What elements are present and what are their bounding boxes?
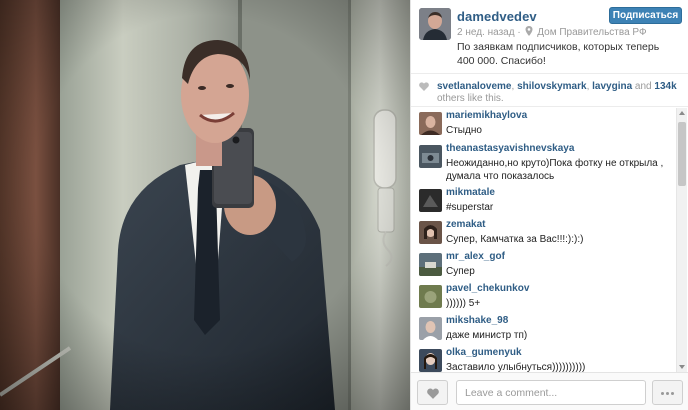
comment-text: Супер, Камчатка за Вас!!!:):):): [446, 234, 584, 245]
commenter-username[interactable]: pavel_chekunkov: [446, 283, 529, 294]
likes-summary: svetlanaloveme, shilovskymark, lavygina …: [411, 74, 688, 107]
comment-item: theanastasyavishnevskaya Неожиданно,но к…: [411, 142, 675, 186]
comment-text: Супер: [446, 266, 475, 277]
comment-text: )))))) 5+: [446, 298, 481, 309]
comment-text: Стыдно: [446, 125, 482, 136]
post-time[interactable]: 2 нед. назад: [457, 27, 515, 38]
likes-and-text: and: [632, 81, 655, 92]
commenter-avatar[interactable]: [419, 145, 442, 168]
liker-link[interactable]: lavygina: [592, 81, 632, 92]
instagram-post-view: damedvedev 2 нед. назад · Дом Правительс…: [0, 0, 688, 410]
follow-button[interactable]: Подписаться: [609, 7, 682, 24]
heart-icon: [419, 82, 429, 91]
comment-text: Неожиданно,но круто)Пока фотку не открыл…: [446, 158, 664, 182]
comment-item: olka_gumenyuk Заставило улыбнуться))))))…: [411, 346, 675, 372]
comment-text: #superstar: [446, 202, 494, 213]
like-button[interactable]: [417, 380, 448, 405]
scroll-up-arrow-icon[interactable]: [677, 108, 687, 118]
comment-text: Заставило улыбнуться)))))))))): [446, 362, 586, 372]
liker-link[interactable]: shilovskymark: [517, 81, 587, 92]
location-pin-icon: [525, 26, 533, 36]
scroll-down-arrow-icon[interactable]: [677, 362, 687, 372]
post-photo[interactable]: [0, 0, 410, 410]
post-side-panel: damedvedev 2 нед. назад · Дом Правительс…: [410, 0, 688, 410]
comment-compose-bar: [411, 372, 688, 410]
more-options-button[interactable]: [652, 380, 683, 405]
commenter-avatar[interactable]: [419, 349, 442, 372]
commenter-username[interactable]: mikshake_98: [446, 315, 508, 326]
comments-scrollbar[interactable]: [676, 108, 687, 372]
commenter-username[interactable]: mikmatale: [446, 187, 495, 198]
liker-link[interactable]: svetlanaloveme: [437, 81, 512, 92]
comment-text: даже министр тп): [446, 330, 528, 341]
post-meta: 2 нед. назад · Дом Правительства РФ: [457, 26, 647, 38]
commenter-avatar[interactable]: [419, 221, 442, 244]
comments-list[interactable]: mariemikhaylova Стыдно theanastasyavishn…: [411, 108, 688, 372]
selfie-photo-illustration: [0, 0, 410, 410]
commenter-avatar[interactable]: [419, 189, 442, 212]
post-header: damedvedev 2 нед. назад · Дом Правительс…: [411, 0, 688, 74]
scrollbar-thumb[interactable]: [678, 122, 686, 186]
author-username-link[interactable]: damedvedev: [457, 9, 537, 24]
commenter-username[interactable]: mariemikhaylova: [446, 110, 527, 121]
commenter-username[interactable]: olka_gumenyuk: [446, 347, 522, 358]
commenter-avatar[interactable]: [419, 317, 442, 340]
author-avatar[interactable]: [419, 8, 451, 40]
commenter-avatar[interactable]: [419, 253, 442, 276]
meta-separator: ·: [517, 27, 521, 38]
commenter-username[interactable]: zemakat: [446, 219, 485, 230]
comment-input[interactable]: [456, 380, 646, 405]
commenter-username[interactable]: theanastasyavishnevskaya: [446, 143, 574, 154]
likes-count-link[interactable]: 134k: [654, 81, 676, 92]
post-location-link[interactable]: Дом Правительства РФ: [537, 27, 646, 38]
commenter-username[interactable]: mr_alex_gof: [446, 251, 505, 262]
post-caption: По заявкам подписчиков, которых теперь 4…: [457, 41, 660, 67]
heart-icon: [427, 388, 439, 399]
commenter-avatar[interactable]: [419, 285, 442, 308]
more-dots-icon: [661, 392, 664, 395]
likes-suffix: others like this.: [437, 93, 504, 104]
commenter-avatar[interactable]: [419, 112, 442, 135]
